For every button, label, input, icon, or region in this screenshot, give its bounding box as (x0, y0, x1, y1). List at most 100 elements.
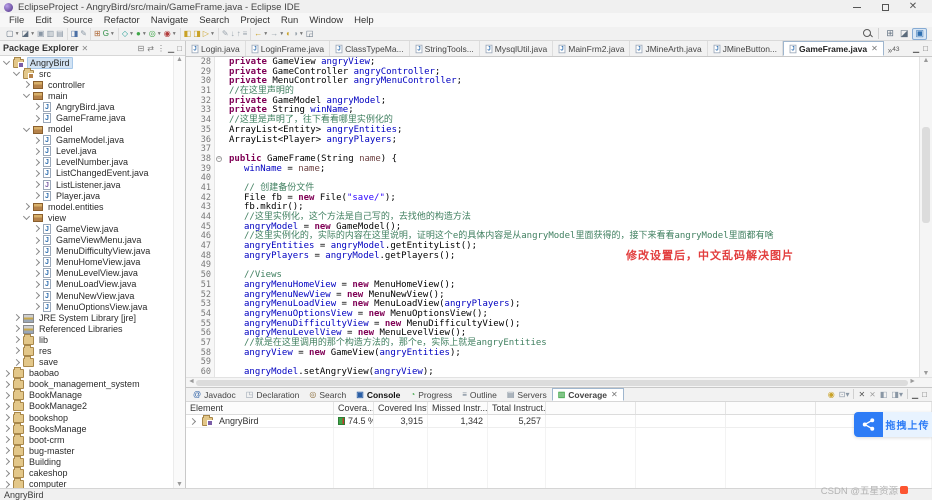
panel-tab-outline[interactable]: ≡Outline (457, 388, 502, 401)
tree-item[interactable]: model (0, 124, 173, 135)
chevron-right-icon[interactable] (3, 370, 10, 377)
dropdown-caret-icon[interactable]: ▼ (172, 31, 177, 37)
import-button[interactable]: ◨ (192, 28, 202, 40)
chevron-right-icon[interactable] (33, 103, 40, 110)
dropdown-caret-icon[interactable]: ▼ (15, 31, 20, 37)
scroll-up-icon[interactable]: ▲ (176, 56, 183, 63)
minimize-view-button[interactable]: ▁ (912, 390, 918, 399)
scroll-left-icon[interactable]: ◄ (188, 378, 195, 385)
tree-scrollbar[interactable]: ▲▼ (173, 56, 185, 488)
chevron-down-icon[interactable] (13, 69, 20, 76)
code-editor-area[interactable]: 2829303132333435363738394041424344454647… (186, 57, 932, 377)
tree-item[interactable]: JListChangedEvent.java (0, 168, 173, 179)
dropdown-caret-icon[interactable]: ▼ (157, 31, 162, 37)
panel-tab-console[interactable]: ▣Console (351, 388, 405, 401)
dropdown-caret-icon[interactable]: ▼ (210, 31, 215, 37)
dump-execution-data-button[interactable]: ⊡▾ (839, 390, 850, 399)
collapse-fold-icon[interactable]: − (216, 156, 222, 162)
chevron-right-icon[interactable] (33, 259, 40, 266)
chevron-right-icon[interactable] (13, 325, 20, 332)
chevron-right-icon[interactable] (189, 417, 196, 424)
chevron-down-icon[interactable] (23, 213, 30, 220)
collapse-all-icon[interactable]: ⊟ (138, 44, 145, 53)
column-header-4[interactable]: Total Instruct... (488, 402, 546, 414)
tree-item[interactable]: JListListener.java (0, 179, 173, 190)
drag-upload-widget[interactable]: 拖拽上传 (854, 412, 932, 437)
minimize-view-icon[interactable]: ▁ (168, 44, 174, 53)
editor-tab[interactable]: JJMineArth.java (630, 41, 707, 56)
tree-item[interactable]: JMenuLoadView.java (0, 279, 173, 290)
external-tools-button[interactable]: ▷▼ (202, 28, 216, 40)
new-java-element-button[interactable]: ◪▼ (21, 28, 37, 40)
tree-item[interactable]: boot-crm (0, 434, 173, 445)
tree-item[interactable]: BookManage2 (0, 401, 173, 412)
menu-project[interactable]: Project (235, 14, 275, 27)
remove-session-button[interactable]: ✕ (858, 390, 865, 399)
mark-occurrences-button[interactable]: ✎ (221, 28, 230, 40)
chevron-right-icon[interactable] (33, 270, 40, 277)
maximize-view-icon[interactable]: □ (923, 44, 928, 53)
dropdown-caret-icon[interactable]: ▼ (299, 31, 304, 37)
profile-button[interactable]: ◉▼ (163, 28, 178, 40)
chevron-right-icon[interactable] (3, 381, 10, 388)
tree-item[interactable]: JMenuLevelView.java (0, 268, 173, 279)
panel-tab-declaration[interactable]: ◳Declaration (241, 388, 305, 401)
chevron-right-icon[interactable] (33, 114, 40, 121)
editor-tab[interactable]: JStringTools... (410, 41, 480, 56)
tree-item[interactable]: bug-master (0, 445, 173, 456)
tree-item[interactable]: controller (0, 79, 173, 90)
relaunch-coverage-session-button[interactable]: ◉ (828, 390, 835, 399)
chevron-right-icon[interactable] (33, 192, 40, 199)
tree-item[interactable]: Building (0, 456, 173, 467)
scroll-right-icon[interactable]: ► (909, 378, 916, 385)
tree-item[interactable]: BooksManage (0, 423, 173, 434)
run-button[interactable]: ●▼ (135, 28, 148, 40)
tree-item[interactable]: JMenuNewView.java (0, 290, 173, 301)
editor-tab[interactable]: JLogin.java (186, 41, 246, 56)
tree-item[interactable]: JGameModel.java (0, 135, 173, 146)
panel-tab-javadoc[interactable]: @Javadoc (188, 388, 241, 401)
tree-item[interactable]: save (0, 357, 173, 368)
editor-tab[interactable]: JGameFrame.java✕ (783, 41, 884, 56)
chevron-right-icon[interactable] (33, 137, 40, 144)
tree-item[interactable]: JRE System Library [jre] (0, 312, 173, 323)
dropdown-caret-icon[interactable]: ▼ (263, 31, 268, 37)
menu-window[interactable]: Window (304, 14, 348, 27)
chevron-right-icon[interactable] (3, 425, 10, 432)
column-header-1[interactable]: Covera... (334, 402, 374, 414)
table-row[interactable]: AngryBird74.5 %3,9151,3425,257 (186, 415, 932, 428)
chevron-right-icon[interactable] (33, 148, 40, 155)
editor-tab[interactable]: JClassTypeMa... (330, 41, 410, 56)
tree-item[interactable]: JAngryBird.java (0, 101, 173, 112)
panel-tab-progress[interactable]: ◔Progress (405, 388, 457, 401)
tree-item[interactable]: BookManage (0, 390, 173, 401)
new-wizard-button[interactable]: ▢▼ (5, 28, 21, 40)
tree-item[interactable]: book_management_system (0, 379, 173, 390)
tree-item[interactable]: JLevelNumber.java (0, 157, 173, 168)
chevron-right-icon[interactable] (13, 359, 20, 366)
tree-item[interactable]: JLevel.java (0, 146, 173, 157)
chevron-right-icon[interactable] (13, 347, 20, 354)
chevron-right-icon[interactable] (3, 469, 10, 476)
search-icon[interactable] (862, 28, 873, 39)
chevron-right-icon[interactable] (33, 170, 40, 177)
chevron-right-icon[interactable] (3, 414, 10, 421)
editor-tab[interactable]: JMainFrm2.java (553, 41, 630, 56)
tree-item[interactable]: res (0, 345, 173, 356)
editor-vertical-scrollbar[interactable]: ▲ ▼ (919, 57, 932, 377)
tree-item[interactable]: lib (0, 334, 173, 345)
tree-item[interactable]: computer (0, 479, 173, 488)
tree-item[interactable]: cakeshop (0, 467, 173, 478)
editor-tab[interactable]: JLoginFrame.java (246, 41, 330, 56)
open-type-button[interactable]: G▼ (102, 28, 116, 40)
dropdown-caret-icon[interactable]: ▼ (30, 31, 35, 37)
chevron-right-icon[interactable] (3, 458, 10, 465)
chevron-right-icon[interactable] (33, 248, 40, 255)
tree-item[interactable]: baobao (0, 368, 173, 379)
menu-run[interactable]: Run (276, 14, 303, 27)
last-edit-location-button[interactable]: ≡ (242, 28, 249, 40)
minimize-window-button[interactable] (850, 2, 864, 12)
scroll-down-icon[interactable]: ▼ (176, 481, 183, 488)
dropdown-caret-icon[interactable]: ▼ (110, 31, 115, 37)
menu-navigate[interactable]: Navigate (146, 14, 194, 27)
